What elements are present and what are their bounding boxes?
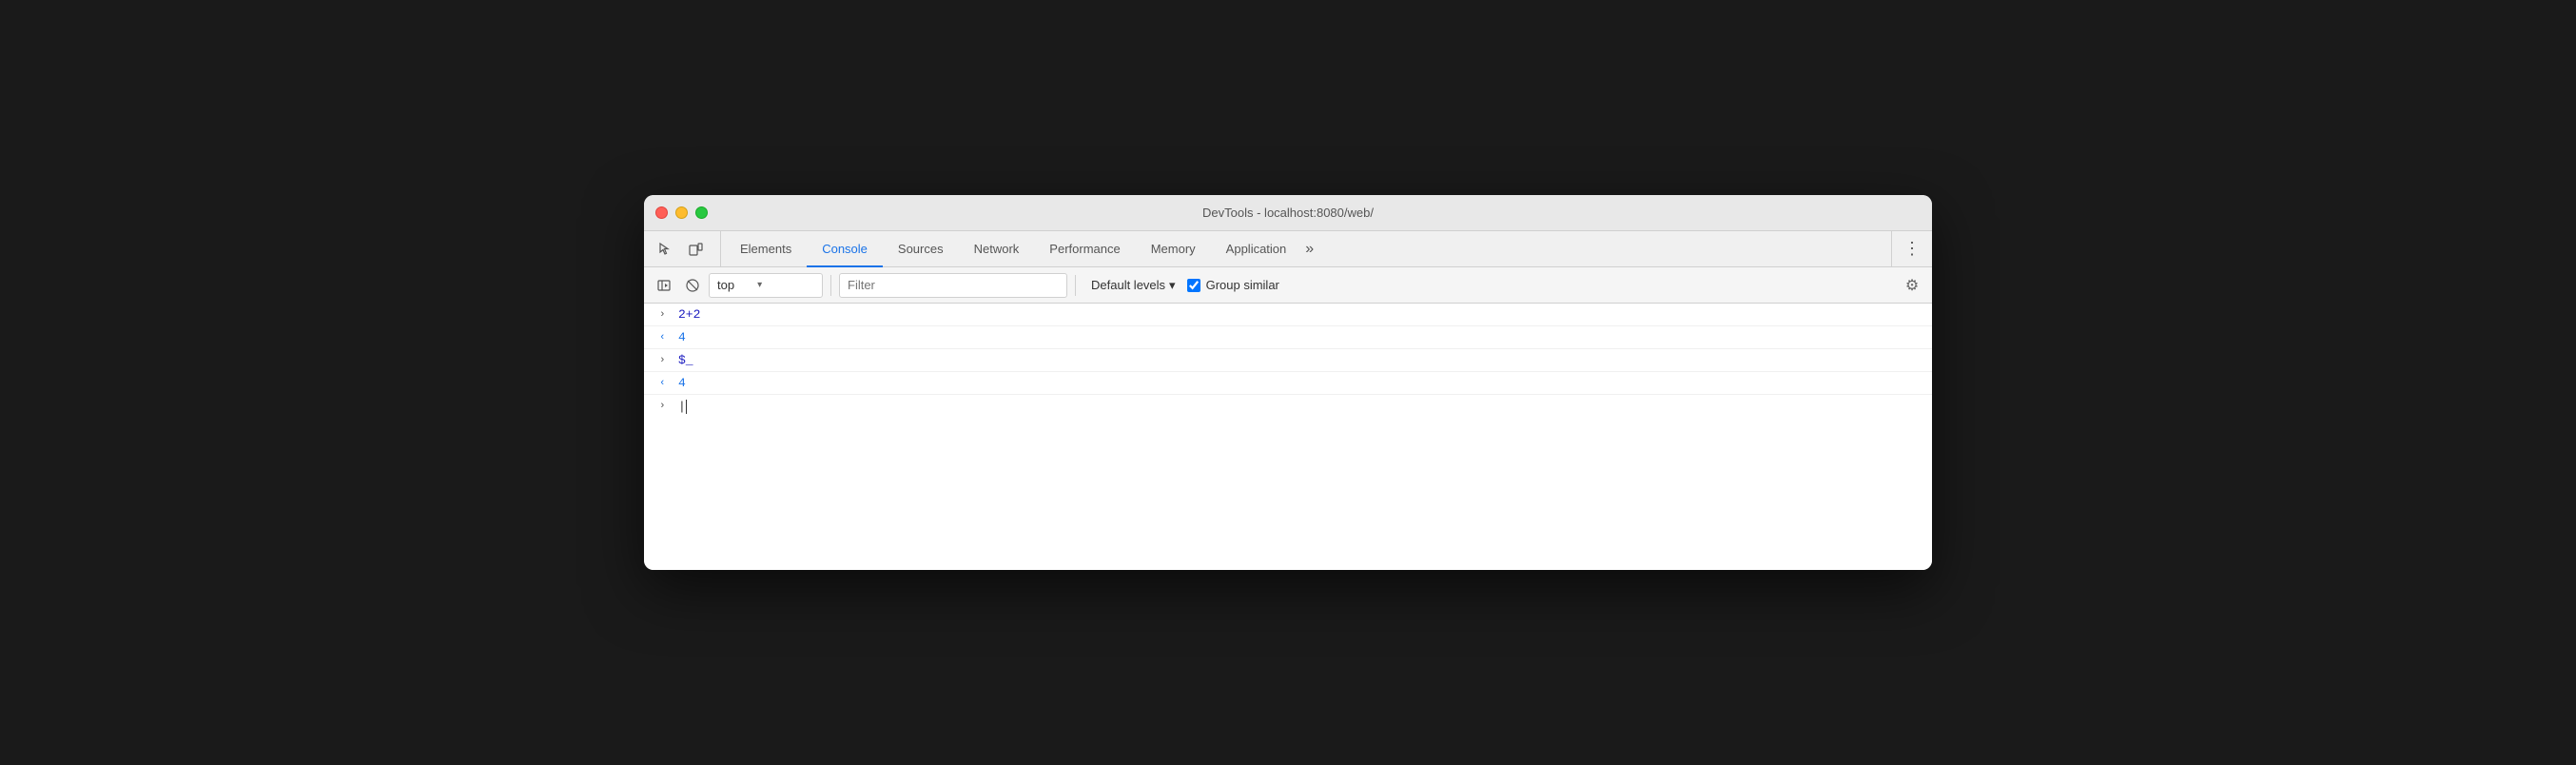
more-options-button[interactable]: ⋮: [1900, 239, 1924, 259]
console-row-4: ‹ 4: [644, 372, 1932, 395]
cursor-icon: [657, 242, 673, 257]
device-icon: [688, 242, 703, 257]
expand-icon-1[interactable]: ›: [659, 309, 671, 321]
console-cursor[interactable]: |: [678, 400, 687, 414]
tab-bar-right: ⋮: [1891, 231, 1924, 266]
log-levels-button[interactable]: Default levels ▾: [1083, 273, 1183, 298]
console-row-1: › 2+2: [644, 304, 1932, 326]
settings-button[interactable]: ⚙: [1900, 273, 1924, 298]
maximize-button[interactable]: [695, 206, 708, 219]
return-icon-1: ‹: [659, 332, 671, 343]
tab-application[interactable]: Application: [1211, 232, 1302, 267]
levels-arrow: ▾: [1169, 278, 1176, 293]
console-input-row[interactable]: › |: [644, 395, 1932, 418]
device-toggle-button[interactable]: [682, 236, 709, 263]
tabs-container: Elements Console Sources Network Perform…: [725, 231, 1891, 266]
inspect-element-button[interactable]: [652, 236, 678, 263]
title-bar: DevTools - localhost:8080/web/: [644, 195, 1932, 231]
tab-memory[interactable]: Memory: [1136, 232, 1211, 267]
tab-network[interactable]: Network: [959, 232, 1035, 267]
tab-bar: Elements Console Sources Network Perform…: [644, 231, 1932, 267]
expand-icon-2[interactable]: ›: [659, 355, 671, 366]
clear-icon: [685, 278, 700, 293]
gear-icon: ⚙: [1905, 276, 1919, 295]
sidebar-toggle-button[interactable]: [652, 273, 676, 298]
input-prompt: ›: [659, 401, 671, 412]
console-entry-2: $_: [678, 353, 693, 367]
filter-input[interactable]: [839, 273, 1067, 298]
sidebar-icon: [656, 278, 672, 293]
more-tabs-button[interactable]: »: [1301, 232, 1317, 267]
group-similar-label[interactable]: Group similar: [1187, 278, 1279, 292]
tab-bar-tools: [652, 231, 721, 266]
console-toolbar: top ▾ Default levels ▾ Group similar ⚙: [644, 267, 1932, 304]
toolbar-separator-1: [830, 275, 831, 296]
console-row-3: › $_: [644, 349, 1932, 372]
devtools-window: DevTools - localhost:8080/web/ Elements: [644, 195, 1932, 570]
window-title: DevTools - localhost:8080/web/: [1202, 206, 1374, 220]
clear-console-button[interactable]: [680, 273, 705, 298]
tab-sources[interactable]: Sources: [883, 232, 959, 267]
console-return-2: 4: [678, 376, 686, 390]
tab-performance[interactable]: Performance: [1034, 232, 1135, 267]
close-button[interactable]: [655, 206, 668, 219]
console-return-1: 4: [678, 330, 686, 344]
console-row-2: ‹ 4: [644, 326, 1932, 349]
context-arrow: ▾: [757, 280, 762, 290]
console-entry-1: 2+2: [678, 307, 700, 322]
minimize-button[interactable]: [675, 206, 688, 219]
group-similar-checkbox[interactable]: [1187, 279, 1200, 292]
return-icon-2: ‹: [659, 378, 671, 389]
tab-elements[interactable]: Elements: [725, 232, 807, 267]
toolbar-separator-2: [1075, 275, 1076, 296]
traffic-lights: [655, 206, 708, 219]
tab-console[interactable]: Console: [807, 232, 883, 267]
context-selector[interactable]: top ▾: [709, 273, 823, 298]
console-output: › 2+2 ‹ 4 › $_ ‹ 4 › |: [644, 304, 1932, 570]
